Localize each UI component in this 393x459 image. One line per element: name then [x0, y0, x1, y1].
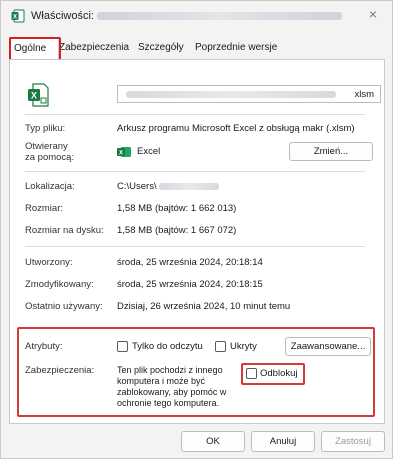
divider — [25, 171, 365, 172]
title-bar: X Właściwości: × — [1, 1, 392, 31]
created-label: Utworzony: — [25, 257, 73, 268]
disk-size-value: 1,58 MB (bajtów: 1 667 072) — [117, 225, 237, 236]
hidden-label: Ukryty — [230, 341, 257, 352]
opens-with-label-line2: za pomocą: — [25, 152, 75, 163]
advanced-button[interactable]: Zaawansowane... — [285, 337, 371, 356]
cancel-button[interactable]: Anuluj — [251, 431, 315, 452]
window-title: Właściwości: — [31, 10, 342, 22]
opens-with-value: Excel — [137, 146, 161, 157]
size-label: Rozmiar: — [25, 203, 64, 214]
accessed-label: Ostatnio używany: — [25, 301, 103, 312]
opens-with-label-line1: Otwierany — [25, 141, 68, 152]
type-value: Arkusz programu Microsoft Excel z obsług… — [117, 123, 355, 134]
accessed-value: Dzisiaj, 26 września 2024, 10 minut temu — [117, 301, 291, 312]
unblock-checkbox[interactable] — [246, 368, 257, 379]
redacted-path — [158, 182, 219, 190]
disk-size-label: Rozmiar na dysku: — [25, 225, 104, 236]
tab-security[interactable]: Zabezpieczenia — [55, 37, 133, 58]
tab-previous-versions[interactable]: Poprzednie wersje — [191, 37, 281, 58]
hidden-checkbox[interactable] — [215, 341, 226, 352]
security-warning-text: Ten plik pochodzi z innego komputera i m… — [117, 365, 227, 408]
modified-value: środa, 25 września 2024, 20:18:15 — [117, 279, 263, 290]
size-value: 1,58 MB (bajtów: 1 662 013) — [117, 203, 237, 214]
redacted-filename — [96, 12, 342, 21]
excel-file-icon: X — [11, 9, 25, 23]
attributes-label: Atrybuty: — [25, 341, 63, 352]
tab-details[interactable]: Szczegóły — [134, 37, 188, 58]
svg-text:X: X — [31, 91, 37, 101]
apply-button[interactable]: Zastosuj — [321, 431, 385, 452]
unblock-label: Odblokuj — [260, 368, 298, 379]
location-label: Lokalizacja: — [25, 181, 75, 192]
svg-text:X: X — [119, 150, 123, 156]
divider — [25, 246, 365, 247]
readonly-checkbox[interactable] — [117, 341, 128, 352]
redacted-filename — [126, 91, 336, 98]
ok-button[interactable]: OK — [181, 431, 245, 452]
divider — [25, 114, 365, 115]
modified-label: Zmodyfikowany: — [25, 279, 94, 290]
excel-file-icon: X — [28, 83, 49, 107]
location-path: C:\Users\ — [117, 181, 157, 192]
security-label: Zabezpieczenia: — [25, 365, 95, 376]
window-title-prefix: Właściwości: — [31, 10, 94, 22]
tab-highlight-frame — [9, 37, 61, 61]
properties-window: X Właściwości: × Ogólne Zabezpieczenia S… — [0, 0, 393, 459]
svg-text:X: X — [13, 15, 17, 21]
location-value: C:\Users\ — [117, 181, 219, 192]
change-button[interactable]: Zmień... — [289, 142, 373, 161]
readonly-label: Tylko do odczytu — [132, 341, 203, 352]
filename-field[interactable]: xlsm — [117, 85, 381, 103]
close-icon[interactable]: × — [364, 6, 382, 22]
excel-app-icon: X — [117, 147, 131, 157]
created-value: środa, 25 września 2024, 20:18:14 — [117, 257, 263, 268]
opens-with-label: Otwierany za pomocą: — [25, 141, 74, 163]
file-extension: xlsm — [354, 89, 374, 100]
type-label: Typ pliku: — [25, 123, 66, 134]
